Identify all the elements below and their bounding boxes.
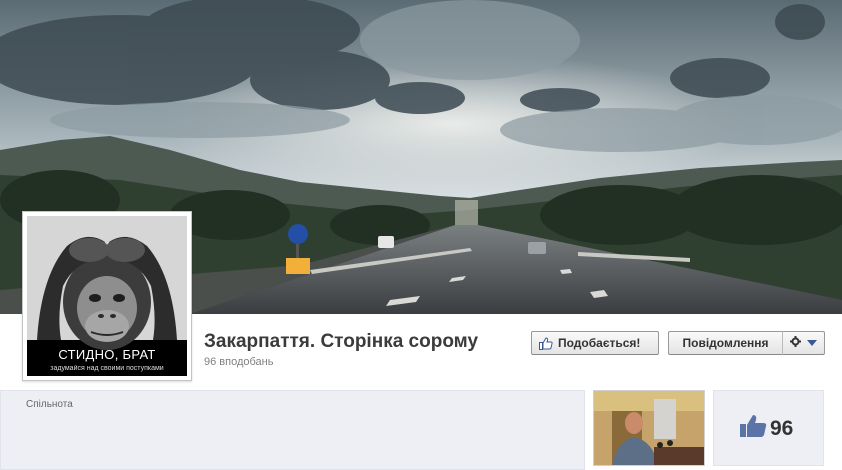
like-button[interactable]: Подобається! [531,331,659,355]
profile-subcaption: задумайся над своими поступками [50,365,164,372]
about-section: Спільнота [0,390,585,470]
likes-total: 96 [770,416,794,440]
photos-thumbnail[interactable] [593,390,705,466]
caret-down-icon [807,340,817,346]
profile-picture[interactable]: СТИДНО, БРАТ задумайся над своими поступ… [22,211,192,381]
page-category[interactable]: Спільнота [26,399,73,410]
like-button-label: Подобається! [558,336,641,350]
page-title[interactable]: Закарпаття. Сторінка сорому [204,331,478,353]
gear-icon [790,336,801,350]
settings-dropdown-button[interactable] [782,331,825,355]
profile-image: СТИДНО, БРАТ задумайся над своими поступ… [27,216,187,376]
thumbs-up-icon [740,414,767,443]
likes-count[interactable]: 96 вподобань [204,356,273,368]
message-button[interactable]: Повідомлення [668,331,782,355]
profile-caption: СТИДНО, БРАТ [58,347,156,362]
likes-box[interactable]: 96 [713,390,824,466]
thumbs-up-icon [539,336,553,350]
message-button-label: Повідомлення [682,336,769,350]
